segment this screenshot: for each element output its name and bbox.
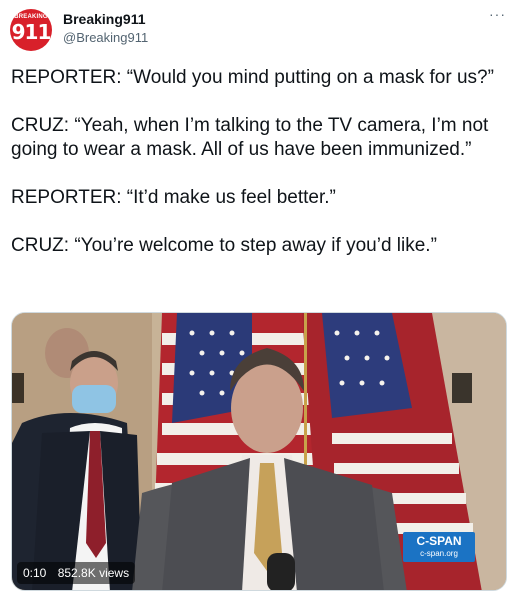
avatar-number: 911: [11, 20, 52, 44]
video-elapsed: 0:10: [23, 566, 47, 580]
video-stats: 0:10 852.8K views: [17, 562, 136, 584]
more-icon[interactable]: ···: [489, 6, 506, 22]
tweet-line: REPORTER: “It’d make us feel better.”: [11, 187, 336, 208]
cspan-watermark: C-SPAN c-span.org: [403, 532, 475, 562]
tweet-line: CRUZ: “You’re welcome to step away if yo…: [11, 235, 437, 256]
tweet-text: REPORTER: “Would you mind putting on a m…: [11, 66, 507, 258]
tweet-line: CRUZ: “Yeah, when I’m talking to the TV …: [11, 115, 489, 160]
tweet-header: BREAKING 911 Breaking911 @Breaking911 ··…: [0, 0, 518, 60]
watermark-title: C-SPAN: [416, 534, 462, 548]
author-name[interactable]: Breaking911: [63, 11, 146, 27]
avatar[interactable]: BREAKING 911: [10, 9, 52, 51]
author-handle[interactable]: @Breaking911: [63, 30, 148, 45]
tweet-line: REPORTER: “Would you mind putting on a m…: [11, 67, 494, 88]
video-views: 852.8K views: [57, 566, 130, 580]
watermark-url: c-span.org: [420, 549, 458, 558]
